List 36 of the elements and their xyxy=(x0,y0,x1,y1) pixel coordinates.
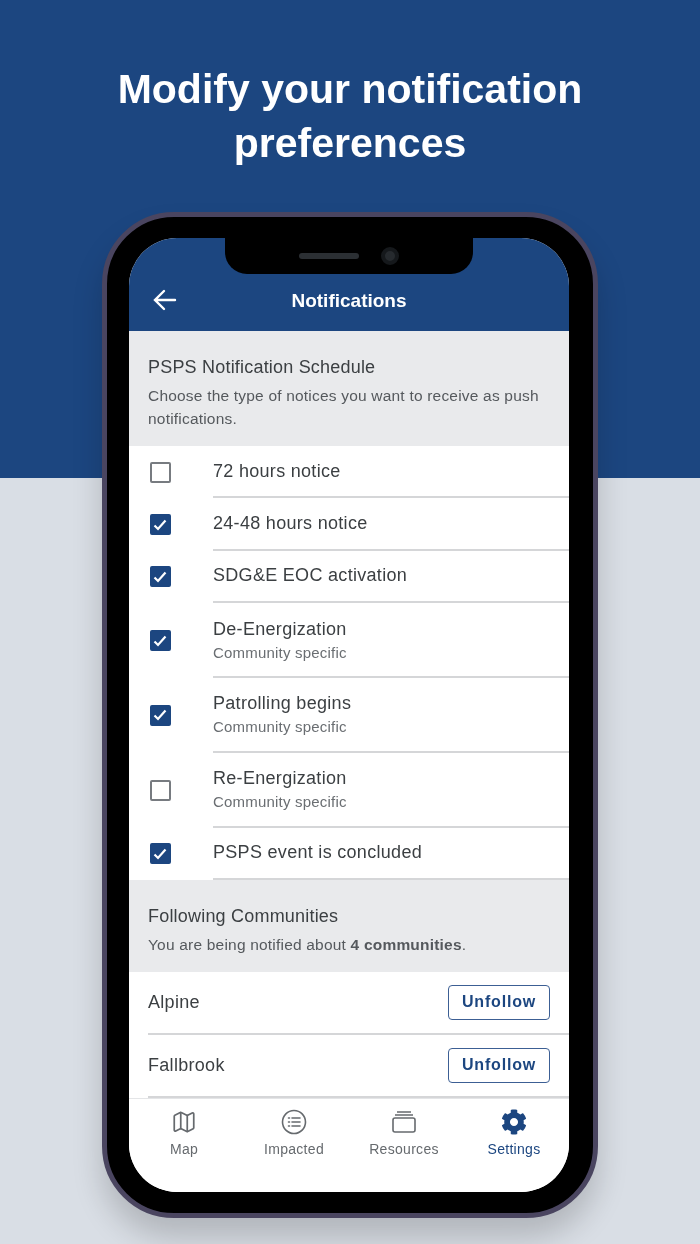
checkbox[interactable] xyxy=(149,566,171,588)
stack-icon xyxy=(391,1109,417,1135)
headline: Modify your notification preferences xyxy=(116,65,584,168)
section-title: PSPS Notification Schedule xyxy=(148,357,377,378)
option-sublabel: Community specific xyxy=(213,793,348,811)
option-label: Patrolling begins xyxy=(213,693,353,715)
gear-icon xyxy=(501,1109,527,1135)
unfollow-button[interactable]: Unfollow xyxy=(448,985,550,1020)
list-icon xyxy=(281,1109,307,1135)
tab[interactable]: Impacted xyxy=(239,1109,349,1159)
checkbox[interactable] xyxy=(149,630,171,652)
option-label: 24-48 hours notice xyxy=(213,513,369,535)
option-label: 72 hours notice xyxy=(213,460,342,482)
checkbox[interactable] xyxy=(149,704,171,726)
community-name: Alpine xyxy=(148,992,200,1013)
option-sublabel: Community specific xyxy=(213,643,348,661)
checkbox[interactable] xyxy=(149,514,171,536)
tab[interactable]: Map xyxy=(129,1109,239,1159)
checkbox[interactable] xyxy=(149,461,171,483)
section-title: Following Communities xyxy=(148,906,340,927)
option-label: De-Energization xyxy=(213,618,348,640)
option-label: PSPS event is concluded xyxy=(213,842,424,864)
community-name: Fallbrook xyxy=(148,1055,225,1076)
map-icon xyxy=(171,1109,197,1135)
option-label: Re-Energization xyxy=(213,768,348,790)
checkbox[interactable] xyxy=(149,779,171,801)
back-button[interactable] xyxy=(153,289,177,311)
unfollow-button[interactable]: Unfollow xyxy=(448,1048,550,1083)
screen-title: Notifications xyxy=(291,290,407,312)
section-description: Choose the type of notices you want to receive as push notifications. xyxy=(148,386,540,429)
tab[interactable]: Settings xyxy=(459,1109,569,1159)
option-sublabel: Community specific xyxy=(213,718,348,736)
tab[interactable]: Resources xyxy=(349,1109,459,1159)
option-label: SDG&E EOC activation xyxy=(213,565,409,587)
section-description: You are being notified about 4 communities. xyxy=(148,935,468,955)
checkbox[interactable] xyxy=(149,843,171,865)
